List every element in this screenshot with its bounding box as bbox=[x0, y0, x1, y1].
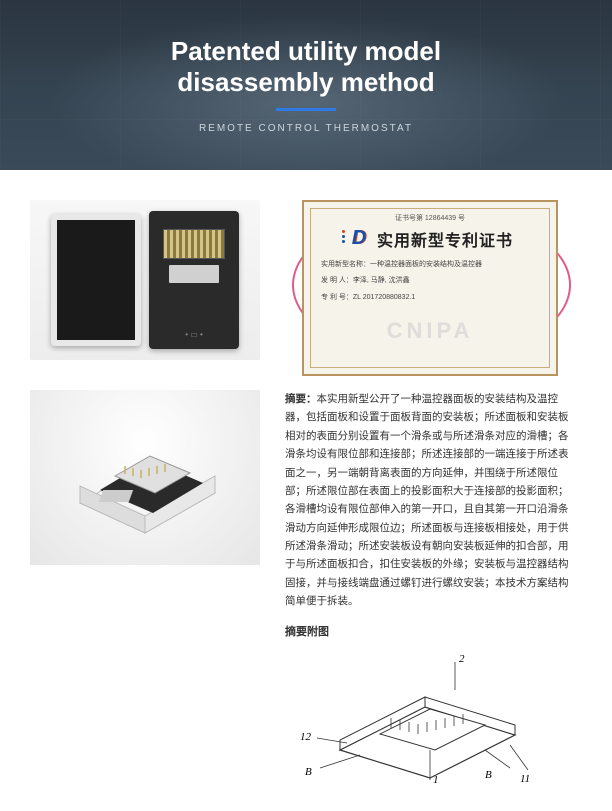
diagram-label-1: 1 bbox=[433, 774, 439, 785]
mounting-indicators: • ▭ • bbox=[185, 330, 203, 339]
abstract-text: 摘要：本实用新型公开了一种温控器面板的安装结构及温控器，包括面板和设置于面板背面… bbox=[285, 390, 575, 611]
abstract-heading: 摘要： bbox=[285, 393, 317, 405]
certificate-number: 证书号第 12864439 号 bbox=[395, 213, 465, 223]
diagram-label-B-left: B bbox=[305, 766, 312, 778]
diagram-label-11: 11 bbox=[520, 773, 530, 785]
page-title: Patented utility model disassembly metho… bbox=[146, 36, 466, 98]
figure-heading: 摘要附图 bbox=[285, 623, 575, 642]
page-subtitle: REMOTE CONTROL THERMOSTAT bbox=[199, 123, 413, 134]
wiring-terminals bbox=[163, 229, 225, 259]
certificate-line-3: 专 利 号：ZL 201720880832.1 bbox=[321, 293, 415, 304]
patent-diagram: 2 12 B 1 B 11 bbox=[285, 650, 545, 785]
angle-view-illustration bbox=[55, 408, 235, 548]
title-line-2: disassembly method bbox=[177, 67, 434, 97]
diagram-label-12: 12 bbox=[300, 731, 312, 743]
thermostat-angle-photo bbox=[30, 390, 260, 565]
certificate-watermark: CNIPA bbox=[387, 318, 474, 344]
certificate-card: 证书号第 12864439 号 D 实用新型专利证书 实用新型名称：一种温控器面… bbox=[302, 200, 558, 376]
abstract-body: 本实用新型公开了一种温控器面板的安装结构及温控器，包括面板和设置于面板背面的安装… bbox=[285, 393, 569, 607]
title-underline bbox=[276, 108, 336, 111]
hero-banner: Patented utility model disassembly metho… bbox=[0, 0, 612, 170]
abstract-column: 摘要：本实用新型公开了一种温控器面板的安装结构及温控器，包括面板和设置于面板背面… bbox=[285, 390, 575, 791]
diagram-label-2: 2 bbox=[459, 653, 465, 665]
certificate-line-1: 实用新型名称：一种温控器面板的安装结构及温控器 bbox=[321, 260, 482, 271]
content-row-1: • ▭ • 证书号第 12864439 号 D 实用新型专利证书 实用新型名称：… bbox=[0, 170, 612, 385]
thermostat-front-back-photo: • ▭ • bbox=[30, 200, 260, 360]
spec-label bbox=[169, 265, 219, 283]
device-back-view: • ▭ • bbox=[149, 211, 239, 349]
device-front-view bbox=[51, 214, 141, 346]
certificate-title: 实用新型专利证书 bbox=[377, 227, 513, 251]
patent-certificate: 证书号第 12864439 号 D 实用新型专利证书 实用新型名称：一种温控器面… bbox=[290, 200, 570, 375]
cnipa-logo-icon: D bbox=[347, 227, 371, 251]
diagram-label-B-right: B bbox=[485, 769, 492, 781]
content-row-2: 摘要：本实用新型公开了一种温控器面板的安装结构及温控器，包括面板和设置于面板背面… bbox=[0, 385, 612, 811]
certificate-line-2: 发 明 人：李泽, 马静, 沈洪鑫 bbox=[321, 276, 410, 287]
title-line-1: Patented utility model bbox=[171, 36, 441, 66]
